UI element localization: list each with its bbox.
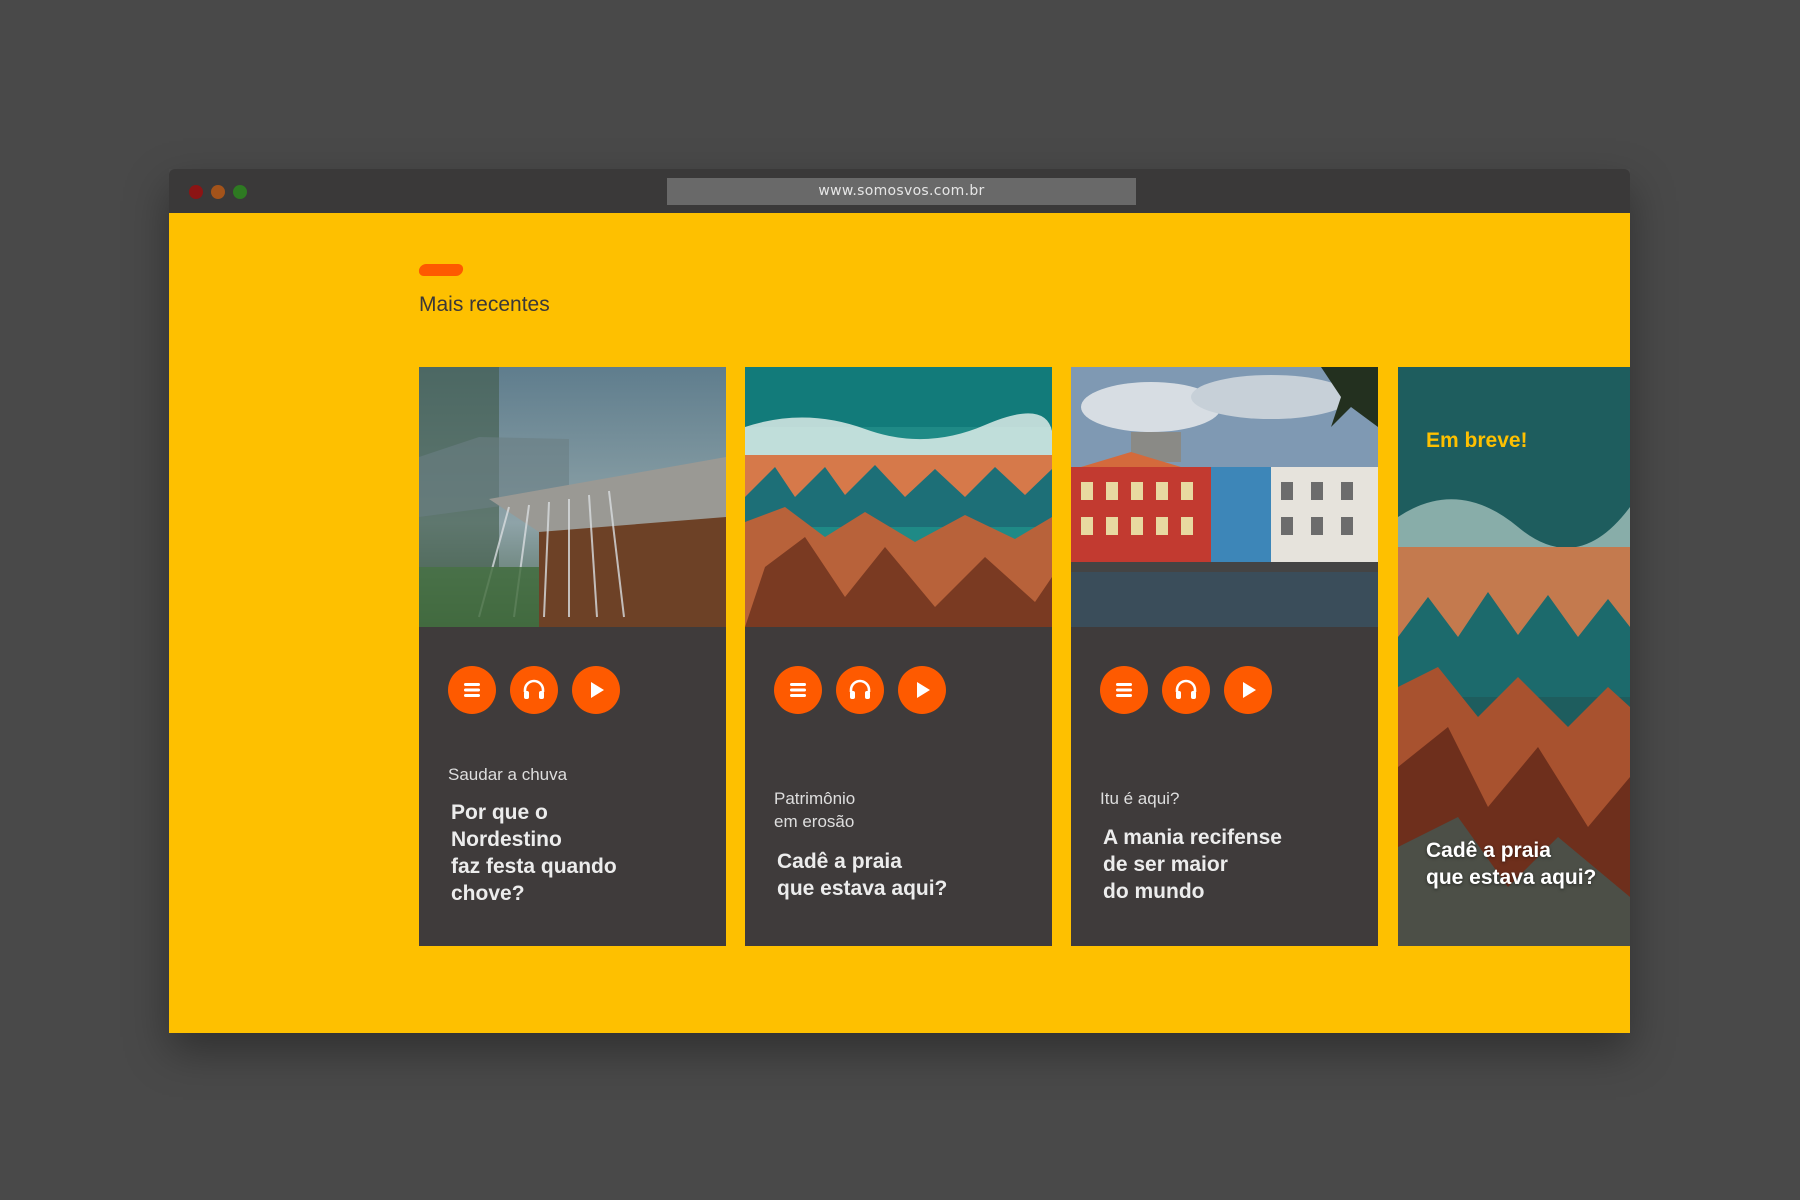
headphones-icon[interactable] [1162,666,1210,714]
rain-on-roof-photo[interactable] [419,367,726,627]
play-icon[interactable] [572,666,620,714]
maximize-window-button[interactable] [233,185,247,199]
headphones-icon[interactable] [836,666,884,714]
aerial-beach-erosion-photo[interactable] [745,367,1052,627]
list-icon[interactable] [448,666,496,714]
minimize-window-button[interactable] [211,185,225,199]
headphones-icon[interactable] [510,666,558,714]
page-viewport: Mais recentes Saudar a chuva Por que o N… [169,213,1630,1033]
colorful-colonial-buildings-photo[interactable] [1071,367,1378,627]
list-icon[interactable] [1100,666,1148,714]
section-accent-bar [417,264,465,276]
coming-soon-badge: Em breve! [1426,429,1528,452]
browser-window: www.somosvos.com.br Mais recentes Saudar… [169,169,1630,1033]
card-title[interactable]: Cadê a praia que estava aqui? [777,848,947,902]
address-bar[interactable]: www.somosvos.com.br [667,178,1136,205]
coming-soon-card[interactable]: Em breve! Cadê a praia que estava aqui? [1398,367,1630,946]
card-category: Patrimônio em erosão [774,789,856,831]
card-category: Saudar a chuva [448,765,568,784]
list-icon[interactable] [774,666,822,714]
browser-titlebar: www.somosvos.com.br [169,169,1630,213]
section-title: Mais recentes [419,293,550,316]
card-title[interactable]: Por que o Nordestino faz festa quando ch… [451,799,617,907]
close-window-button[interactable] [189,185,203,199]
card-title[interactable]: A mania recifense de ser maior do mundo [1103,824,1282,905]
play-icon[interactable] [898,666,946,714]
article-card-2[interactable]: Patrimônio em erosão Cadê a praia que es… [745,367,1052,946]
card-title[interactable]: Cadê a praia que estava aqui? [1426,837,1596,891]
article-card-3[interactable]: Itu é aqui? A mania recifense de ser mai… [1071,367,1378,946]
play-icon[interactable] [1224,666,1272,714]
article-card-1[interactable]: Saudar a chuva Por que o Nordestino faz … [419,367,726,946]
card-category: Itu é aqui? [1100,789,1180,808]
